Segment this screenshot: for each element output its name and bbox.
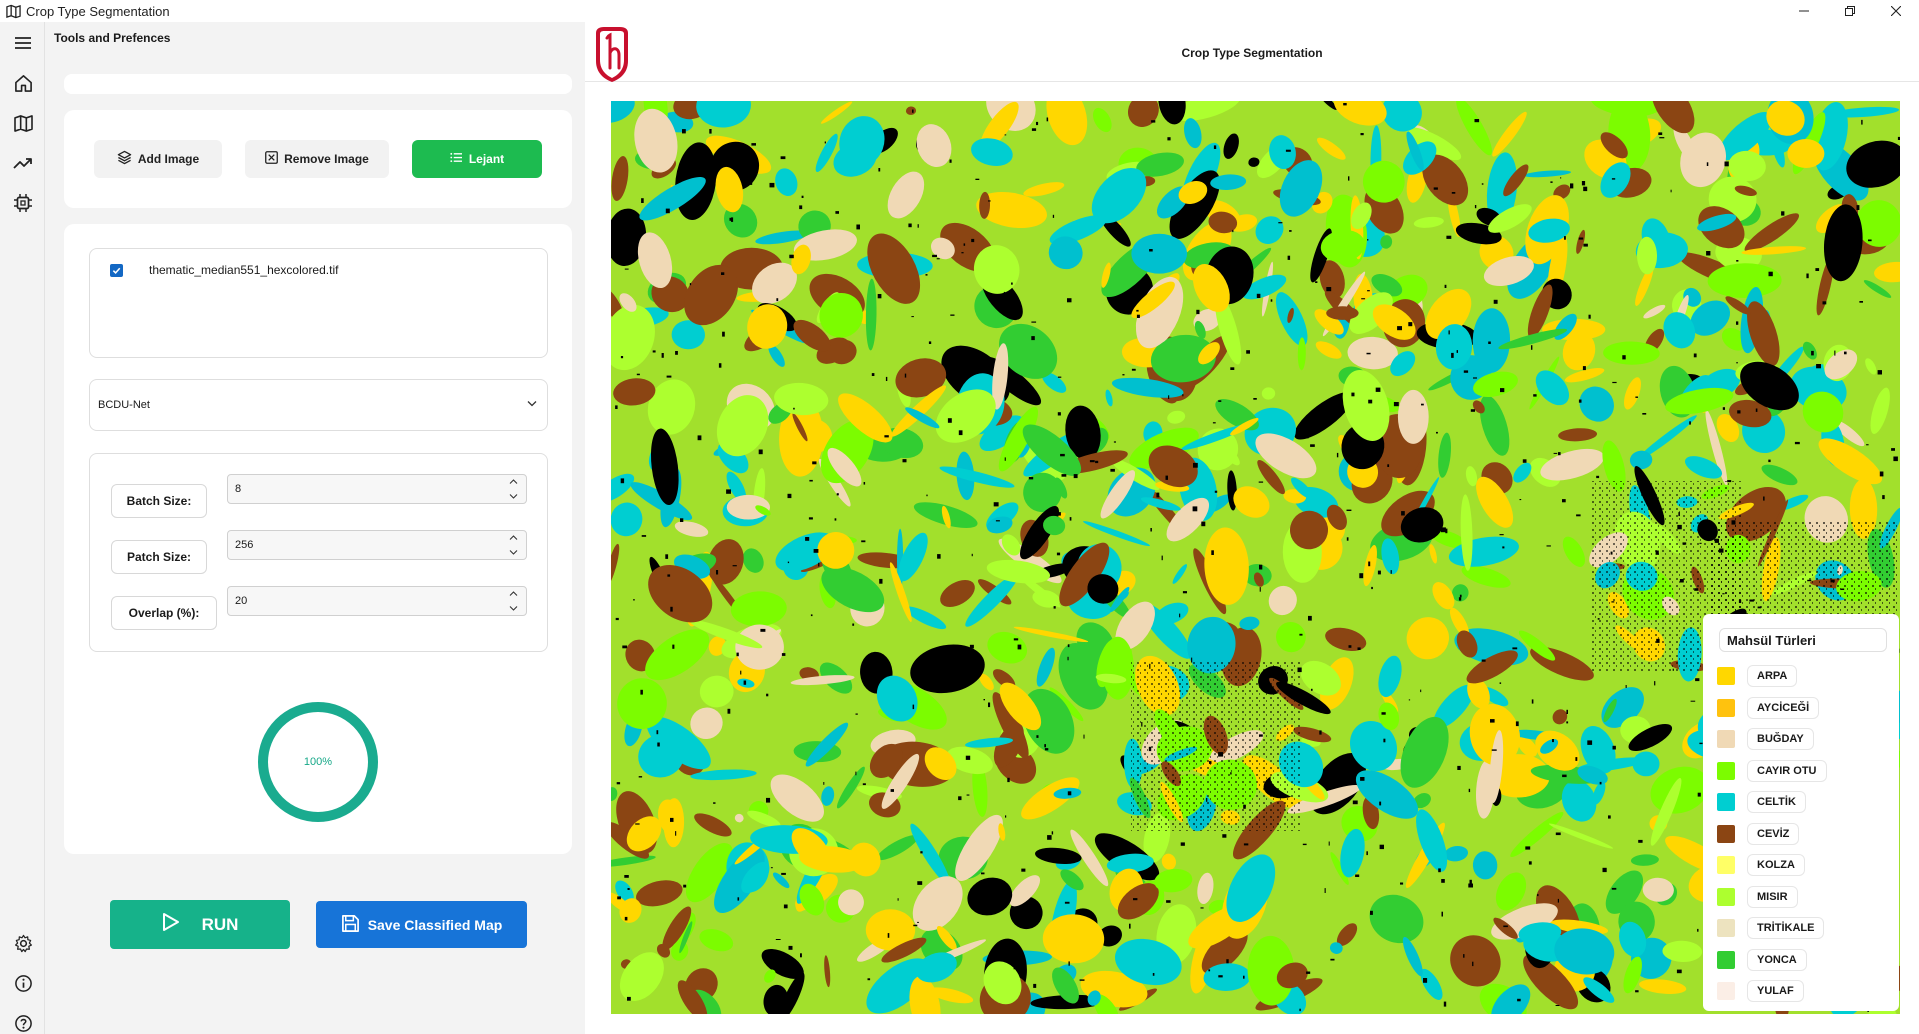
model-select-value: BCDU-Net [98,399,150,411]
batch-size-label: Batch Size: [111,484,207,518]
batch-size-value: 8 [235,483,242,495]
legend-item: ARPA [1717,665,1798,687]
save-icon [341,914,360,936]
legend-item: TRİTİKALE [1717,917,1825,939]
legend-label: YONCA [1747,948,1807,971]
legend-swatch [1717,730,1735,748]
panel-header: Tools and Prefences [54,31,171,45]
run-button[interactable]: RUN [110,900,290,949]
legend-item: BUĞDAY [1717,728,1814,750]
legend-swatch [1717,824,1735,843]
maximize-button[interactable] [1827,0,1873,22]
legend-swatch [1717,950,1735,969]
info-icon[interactable] [12,972,34,994]
legend-swatch [1717,761,1735,780]
legend-label: CAYIR OTU [1747,759,1827,782]
legend-label: ARPA [1747,665,1798,687]
legend-swatch [1717,793,1735,811]
legend-item: MISIR [1717,885,1798,908]
top-strip [64,74,572,94]
legend-label: AYCİCEĞİ [1747,696,1820,719]
toolbar-card: Add Image Remove Image Lejant [64,110,572,208]
file-list: thematic_median551_hexcolored.tif [89,248,548,358]
legend-item: YULAF [1717,980,1804,1002]
title-bar: Crop Type Segmentation [0,0,1919,22]
close-button[interactable] [1873,0,1919,22]
chip-icon[interactable] [12,192,34,214]
legend-panel: Mahsül Türleri ARPA AYCİCEĞİ BUĞDAY CAYIR O… [1703,614,1899,1011]
overlap-value: 20 [235,595,248,607]
legend-swatch [1717,856,1735,874]
legend-item: KOLZA [1717,854,1805,876]
increment-icon[interactable] [509,477,518,486]
file-item[interactable]: thematic_median551_hexcolored.tif [110,263,338,277]
legend-button[interactable]: Lejant [412,140,542,178]
batch-size-input[interactable]: 8 [227,474,527,504]
legend-label: BUĞDAY [1747,728,1814,750]
list-icon [450,152,463,166]
legend-item: YONCA [1717,948,1807,971]
legend-item: AYCİCEĞİ [1717,696,1820,719]
add-image-label: Add Image [137,152,200,166]
decrement-icon[interactable] [509,492,518,501]
legend-label: TRİTİKALE [1747,917,1825,939]
save-map-label: Save Classified Map [367,916,503,933]
patch-size-value: 256 [235,539,254,551]
layers-icon [117,150,132,168]
run-button-label: RUN [201,914,239,934]
legend-item: CELTİK [1717,791,1806,813]
nav-rail [0,22,45,1034]
legend-label: CEVİZ [1747,822,1800,845]
file-checkbox[interactable] [110,263,123,277]
save-map-button[interactable]: Save Classified Map [316,901,527,948]
chevron-down-icon [527,398,537,410]
legend-swatch [1717,887,1735,906]
legend-item: CEVİZ [1717,822,1800,845]
home-icon[interactable] [12,72,34,94]
patch-size-input[interactable]: 256 [227,530,527,560]
minimize-button[interactable] [1781,0,1827,22]
map-icon [4,2,22,20]
remove-image-label: Remove Image [284,152,369,166]
overlap-input[interactable]: 20 [227,586,527,616]
legend-swatch [1717,982,1735,1000]
params-group: Batch Size: 8 Patch Size: 256 Overlap (%… [89,453,548,652]
remove-icon [265,151,279,167]
increment-icon[interactable] [509,533,518,542]
window-title: Crop Type Segmentation [26,3,170,19]
overlap-label: Overlap (%): [111,596,217,630]
trend-icon[interactable] [12,152,34,174]
help-icon[interactable] [12,1012,34,1034]
decrement-icon[interactable] [509,604,518,613]
legend-label: MISIR [1747,885,1798,908]
remove-image-button[interactable]: Remove Image [245,140,389,178]
legend-button-label: Lejant [468,152,505,166]
increment-icon[interactable] [509,589,518,598]
play-icon [162,912,180,937]
legend-label: KOLZA [1747,854,1805,876]
map-icon[interactable] [12,112,34,134]
progress-ring: 100% [256,700,380,824]
legend-swatch [1717,667,1735,685]
file-name: thematic_median551_hexcolored.tif [149,263,339,277]
add-image-button[interactable]: Add Image [94,140,222,178]
model-select[interactable]: BCDU-Net [89,379,548,431]
legend-label: YULAF [1747,980,1804,1002]
legend-swatch [1717,698,1735,717]
legend-title: Mahsül Türleri [1719,628,1887,652]
legend-item: CAYIR OTU [1717,759,1827,782]
menu-icon[interactable] [12,32,34,54]
legend-swatch [1717,919,1735,937]
settings-icon[interactable] [12,932,34,954]
map-title: Crop Type Segmentation [1181,46,1323,60]
map-header: Crop Type Segmentation [585,22,1919,82]
patch-size-label: Patch Size: [111,540,207,574]
progress-text: 100% [303,756,333,768]
legend-label: CELTİK [1747,791,1806,813]
decrement-icon[interactable] [509,548,518,557]
